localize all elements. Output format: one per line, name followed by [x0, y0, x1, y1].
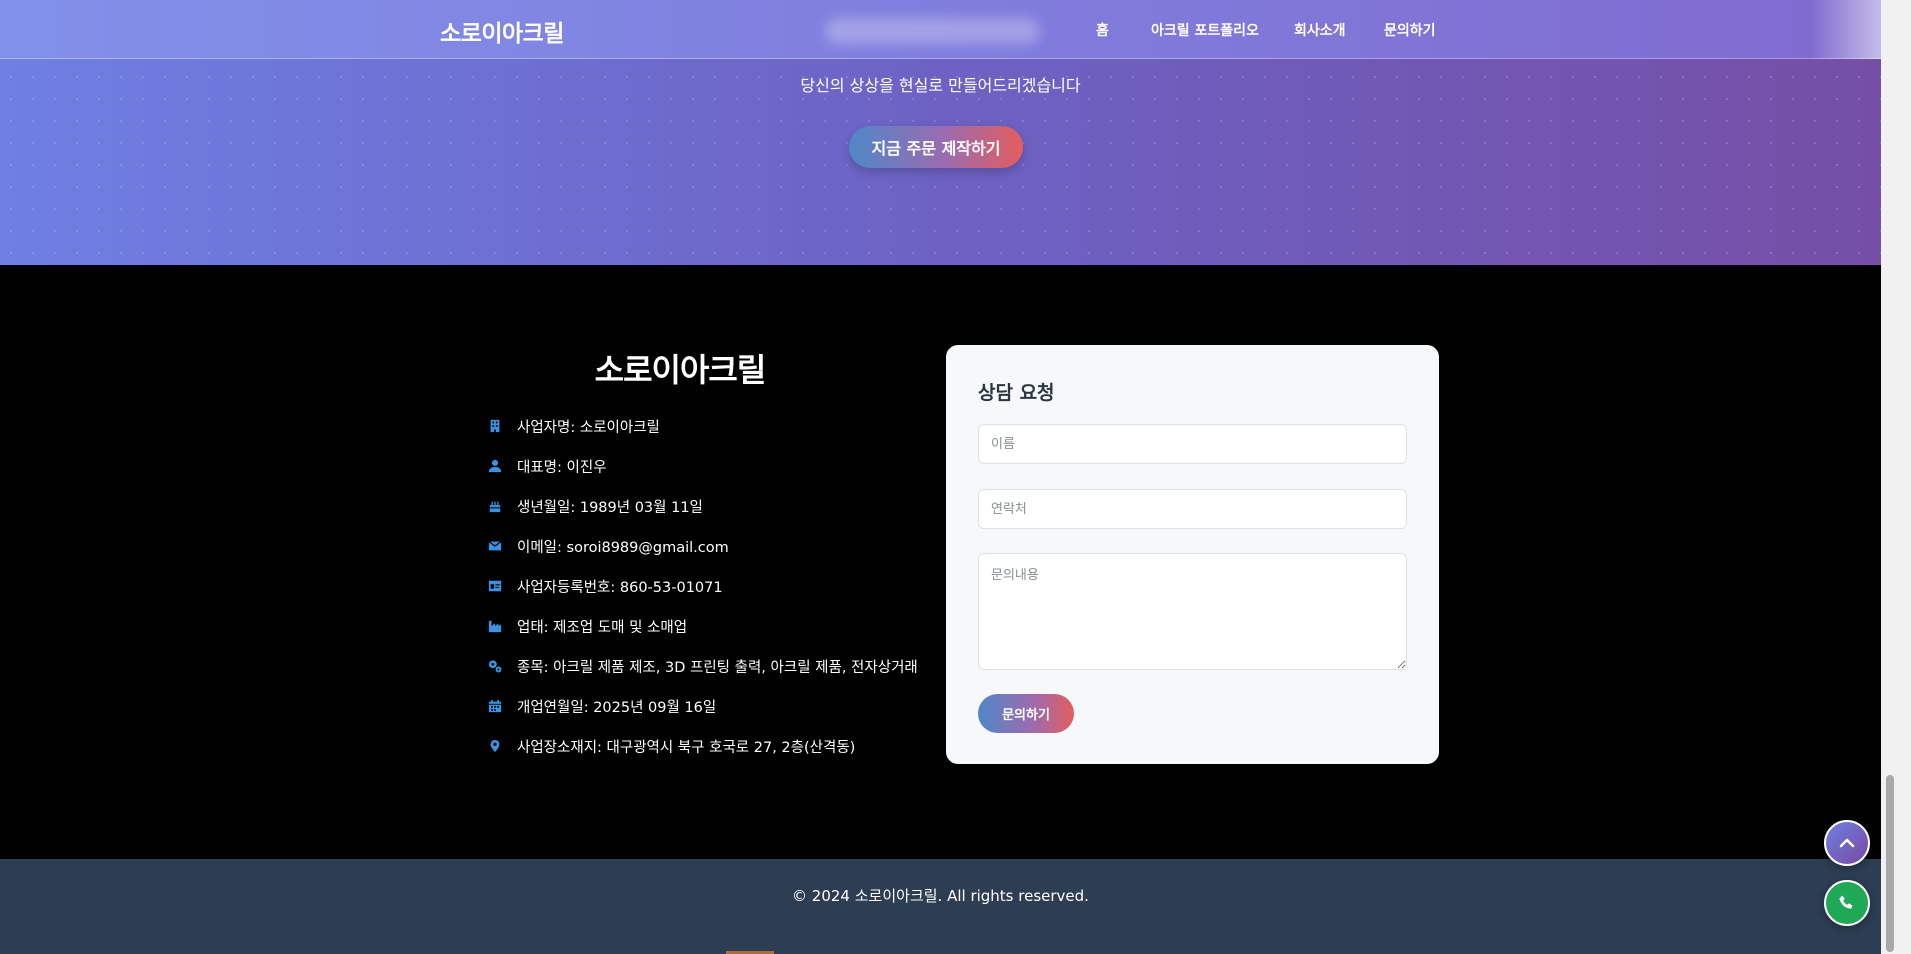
copyright-bar: © 2024 소로이아크릴. All rights reserved.	[0, 859, 1881, 954]
info-text: 사업자명: 소로이아크릴	[517, 419, 660, 436]
info-opening-date: 개업연월일: 2025년 09월 16일	[487, 686, 918, 726]
navbar: 소로이아크릴 홈 아크릴 포트폴리오 회사소개 문의하기	[0, 0, 1881, 59]
message-textarea[interactable]	[978, 553, 1407, 670]
info-text: 생년월일: 1989년 03월 11일	[517, 499, 703, 516]
industry-icon	[487, 618, 503, 634]
info-text: 사업장소재지: 대구광역시 북구 호국로 27, 2층(산격동)	[517, 739, 856, 756]
company-name: 소로이아크릴	[594, 351, 767, 389]
info-business-type: 업태: 제조업 도매 및 소매업	[487, 606, 918, 646]
nav-portfolio[interactable]: 아크릴 포트폴리오	[1151, 20, 1259, 40]
brand-logo[interactable]: 소로이아크릴	[440, 14, 564, 48]
copyright-text: © 2024 소로이아크릴. All rights reserved.	[792, 887, 1089, 905]
info-text: 이메일: soroi8989@gmail.com	[517, 539, 729, 556]
envelope-icon	[487, 538, 503, 554]
gears-icon	[487, 658, 503, 674]
info-text: 대표명: 이진우	[517, 459, 607, 476]
calendar-icon	[487, 698, 503, 714]
info-text: 업태: 제조업 도매 및 소매업	[517, 619, 688, 636]
info-representative: 대표명: 이진우	[487, 446, 918, 486]
footer-info-section: 소로이아크릴 사업자명: 소로이아크릴 대표명: 이진우 생년월일: 1989년…	[0, 265, 1881, 859]
nav-about[interactable]: 회사소개	[1294, 20, 1346, 40]
info-text: 개업연월일: 2025년 09월 16일	[517, 699, 717, 716]
scroll-to-top-button[interactable]	[1824, 820, 1870, 866]
info-registration: 사업자등록번호: 860-53-01071	[487, 566, 918, 606]
hero-section: 소로이아크릴 홈 아크릴 포트폴리오 회사소개 문의하기 당신의 상상을 현실로…	[0, 0, 1881, 265]
submit-inquiry-button[interactable]: 문의하기	[978, 694, 1074, 733]
id-card-icon	[487, 578, 503, 594]
name-input[interactable]	[978, 424, 1407, 464]
info-birthdate: 생년월일: 1989년 03월 11일	[487, 486, 918, 526]
info-business-items: 종목: 아크릴 제품 제조, 3D 프린팅 출력, 아크릴 제품, 전자상거래	[487, 646, 918, 686]
info-text: 종목: 아크릴 제품 제조, 3D 프린팅 출력, 아크릴 제품, 전자상거래	[517, 659, 918, 676]
phone-call-button[interactable]	[1824, 880, 1870, 926]
building-icon	[487, 418, 503, 434]
consultation-form: 상담 요청 문의하기	[946, 345, 1439, 764]
info-email: 이메일: soroi8989@gmail.com	[487, 526, 918, 566]
order-cta-button[interactable]: 지금 주문 제작하기	[849, 126, 1023, 168]
map-pin-icon	[487, 738, 503, 754]
phone-icon	[1839, 895, 1853, 909]
scrollbar-thumb[interactable]	[1886, 775, 1894, 952]
chevron-up-icon	[1839, 838, 1855, 848]
info-text: 사업자등록번호: 860-53-01071	[517, 579, 723, 596]
blurred-overlay	[825, 18, 1040, 44]
nav-home[interactable]: 홈	[1096, 20, 1109, 40]
cake-icon	[487, 498, 503, 514]
company-info-list: 사업자명: 소로이아크릴 대표명: 이진우 생년월일: 1989년 03월 11…	[487, 406, 918, 766]
nav-fade	[1811, 0, 1881, 59]
user-icon	[487, 458, 503, 474]
form-title: 상담 요청	[978, 382, 1055, 404]
hero-tagline: 당신의 상상을 현실로 만들어드리겠습니다	[800, 76, 1081, 95]
phone-input[interactable]	[978, 489, 1407, 529]
info-address: 사업장소재지: 대구광역시 북구 호국로 27, 2층(산격동)	[487, 726, 918, 766]
info-business-name: 사업자명: 소로이아크릴	[487, 406, 918, 446]
nav-contact[interactable]: 문의하기	[1384, 20, 1436, 40]
